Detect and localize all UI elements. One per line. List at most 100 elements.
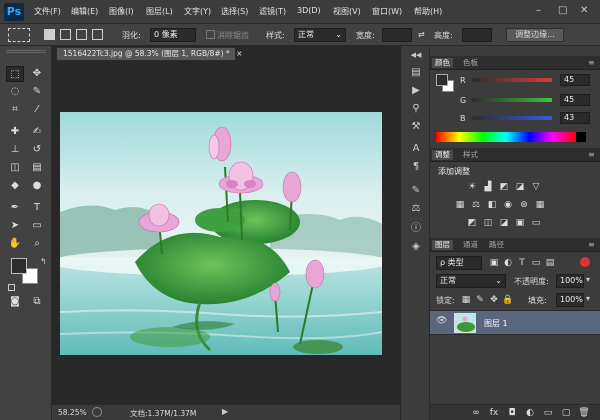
new-layer-icon[interactable]: ▢	[560, 408, 572, 418]
quick-mask-icon[interactable]: ◙	[6, 294, 24, 310]
brush-presets-icon[interactable]: ⚲	[408, 102, 424, 116]
character-panel-icon[interactable]: A	[408, 142, 424, 156]
menu-view[interactable]: 视图(V)	[333, 6, 361, 17]
status-menu-arrow-icon[interactable]: ▶	[222, 407, 228, 416]
menu-filter[interactable]: 滤镜(T)	[259, 6, 286, 17]
dodge-tool-icon[interactable]: ●	[28, 178, 46, 194]
lock-all-icon[interactable]: 🔒	[502, 295, 514, 305]
layer-name[interactable]: 图层 1	[484, 318, 508, 329]
share-icon[interactable]	[92, 407, 102, 417]
layer-mask-icon[interactable]: ◘	[506, 408, 518, 418]
filter-smart-icon[interactable]: ▤	[544, 258, 556, 268]
eyedropper-tool-icon[interactable]: ⁄	[28, 102, 46, 118]
brush-tool-icon[interactable]: ✍	[28, 124, 46, 140]
filter-toggle-icon[interactable]	[580, 257, 590, 267]
new-group-icon[interactable]: ▭	[542, 408, 554, 418]
pen-tool-icon[interactable]: ✒	[6, 200, 24, 216]
spectrum-black-chip[interactable]	[576, 132, 586, 142]
hand-tool-icon[interactable]: ✋	[6, 236, 24, 252]
intersect-selection-icon[interactable]	[92, 29, 103, 40]
rect-marquee-tool-icon[interactable]: ⬚	[6, 66, 24, 82]
foreground-color-swatch[interactable]	[11, 258, 27, 274]
tab-styles[interactable]: 样式	[460, 150, 481, 160]
fill-input[interactable]: 100%	[556, 293, 584, 307]
brightness-icon[interactable]: ☀	[466, 182, 478, 192]
filter-shape-icon[interactable]: ▭	[530, 258, 542, 268]
healing-brush-tool-icon[interactable]: ✚	[6, 124, 24, 140]
tab-layers[interactable]: 图层	[432, 240, 453, 250]
color-lookup-icon[interactable]: ▦	[534, 200, 546, 210]
posterize-icon[interactable]: ◫	[482, 218, 494, 228]
zoom-level[interactable]: 58.25%	[58, 408, 87, 417]
channel-mixer-icon[interactable]: ⊛	[518, 200, 530, 210]
delete-layer-icon[interactable]: 🗑	[578, 408, 590, 418]
threshold-icon[interactable]: ◪	[498, 218, 510, 228]
clone-stamp-tool-icon[interactable]: ⊥	[6, 142, 24, 158]
info-panel-icon[interactable]: ⓘ	[408, 222, 424, 236]
refine-edge-button[interactable]: 调整边缘...	[506, 28, 564, 42]
menu-help[interactable]: 帮助(H)	[414, 6, 442, 17]
hue-saturation-icon[interactable]: ▦	[454, 200, 466, 210]
gradient-tool-icon[interactable]: ▤	[28, 160, 46, 176]
menu-edit[interactable]: 编辑(E)	[71, 6, 98, 17]
channel-g-value[interactable]: 45	[560, 94, 590, 106]
width-input[interactable]	[382, 28, 412, 42]
close-tab-icon[interactable]: ×	[236, 49, 242, 58]
color-fg-swatch[interactable]	[436, 74, 448, 86]
layer-style-icon[interactable]: fx	[488, 408, 500, 418]
opacity-input[interactable]: 100%	[556, 274, 584, 288]
subtract-selection-icon[interactable]	[76, 29, 87, 40]
actions-panel-icon[interactable]: ▶	[408, 84, 424, 98]
vibrance-icon[interactable]: ▽	[530, 182, 542, 192]
menu-3d[interactable]: 3D(D)	[297, 6, 321, 15]
menu-file[interactable]: 文件(F)	[34, 6, 61, 17]
style-select[interactable]: 正常 ⌄	[294, 28, 346, 42]
lock-pixels-icon[interactable]: ✎	[474, 295, 486, 305]
lasso-tool-icon[interactable]: ◌	[6, 84, 24, 100]
tab-swatches[interactable]: 色板	[460, 58, 481, 68]
navigator-panel-icon[interactable]: ◈	[408, 240, 424, 254]
antialias-checkbox[interactable]	[206, 30, 215, 39]
channel-g-slider[interactable]	[472, 98, 552, 102]
dock-collapse-icon[interactable]: ◀◀	[408, 48, 424, 62]
menu-layer[interactable]: 图层(L)	[146, 6, 173, 17]
minimize-button[interactable]: –	[536, 5, 541, 16]
clone-source-icon[interactable]: ⚖	[408, 202, 424, 216]
blend-mode-select[interactable]: 正常 ⌄	[436, 274, 506, 288]
swap-icon[interactable]: ⇄	[418, 30, 425, 39]
feather-input[interactable]: 0 像素	[150, 28, 196, 42]
link-layers-icon[interactable]: ∞	[470, 408, 482, 418]
filter-pixel-icon[interactable]: ▣	[488, 258, 500, 268]
restore-button[interactable]: □	[558, 5, 567, 16]
canvas-image[interactable]	[60, 112, 382, 355]
channel-r-slider[interactable]	[472, 78, 552, 82]
layer-row[interactable]: 👁 图层 1	[430, 311, 600, 335]
close-window-button[interactable]: ✕	[580, 5, 588, 16]
lock-transparency-icon[interactable]: ▦	[460, 295, 472, 305]
channel-b-slider[interactable]	[472, 116, 552, 120]
photo-filter-icon[interactable]: ◉	[502, 200, 514, 210]
paragraph-panel-icon[interactable]: ¶	[408, 160, 424, 174]
tab-channels[interactable]: 通道	[460, 240, 481, 250]
move-tool-icon[interactable]: ✥	[28, 66, 46, 82]
path-select-tool-icon[interactable]: ➤	[6, 218, 24, 234]
color-balance-icon[interactable]: ⚖	[470, 200, 482, 210]
menu-image[interactable]: 图像(I)	[109, 6, 134, 17]
opacity-dropdown-icon[interactable]: ▾	[586, 275, 590, 284]
add-selection-icon[interactable]	[60, 29, 71, 40]
exposure-icon[interactable]: ◪	[514, 182, 526, 192]
menu-type[interactable]: 文字(Y)	[184, 6, 211, 17]
zoom-tool-icon[interactable]: ⌕	[28, 236, 46, 252]
screen-mode-icon[interactable]: ⧉	[28, 294, 46, 310]
new-adjustment-icon[interactable]: ◐	[524, 408, 536, 418]
tab-paths[interactable]: 路径	[486, 240, 507, 250]
history-panel-icon[interactable]: ▤	[408, 66, 424, 80]
history-brush-tool-icon[interactable]: ↺	[28, 142, 46, 158]
swap-colors-icon[interactable]: ↰	[40, 257, 47, 266]
quick-select-tool-icon[interactable]: ✎	[28, 84, 46, 100]
height-input[interactable]	[462, 28, 492, 42]
levels-icon[interactable]: ▟	[482, 182, 494, 192]
crop-tool-icon[interactable]: ⌗	[6, 102, 24, 118]
panel-menu-icon[interactable]: ≡	[588, 240, 595, 249]
blur-tool-icon[interactable]: ◆	[6, 178, 24, 194]
